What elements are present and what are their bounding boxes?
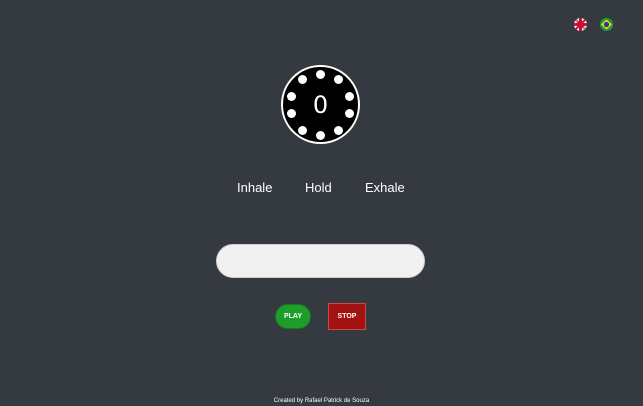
phase-hold-label: Hold [305,180,332,195]
breath-timer: 0 [281,65,360,144]
duration-input[interactable] [216,244,425,278]
uk-flag-icon[interactable] [574,18,587,31]
stop-button[interactable]: STOP [328,303,366,330]
phase-inhale-label: Inhale [237,180,273,195]
timer-count: 0 [312,90,329,119]
footer-credit: Created by Rafael Patrick de Souza [273,398,370,404]
phase-exhale-label: Exhale [365,180,405,195]
brazil-flag-icon[interactable] [600,18,613,31]
play-button[interactable]: PLAY [275,304,311,329]
page: 0 Inhale Hold Exhale PLAY STOP Created b… [0,0,643,406]
